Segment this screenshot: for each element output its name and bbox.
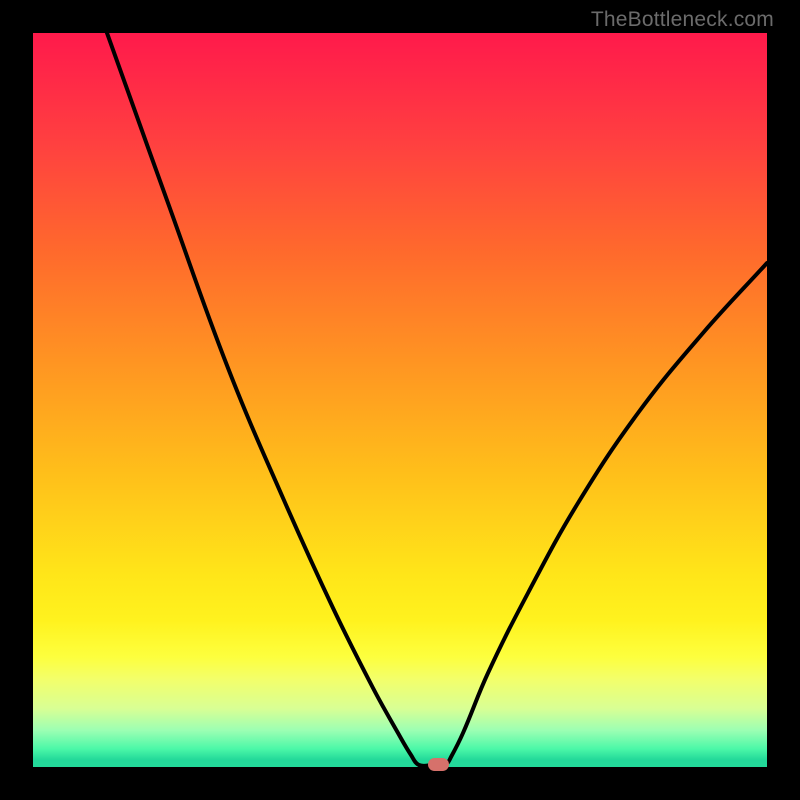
gradient-background — [33, 33, 767, 767]
chart-frame: TheBottleneck.com — [0, 0, 800, 800]
optimum-marker — [428, 758, 449, 771]
watermark-label: TheBottleneck.com — [591, 8, 774, 32]
